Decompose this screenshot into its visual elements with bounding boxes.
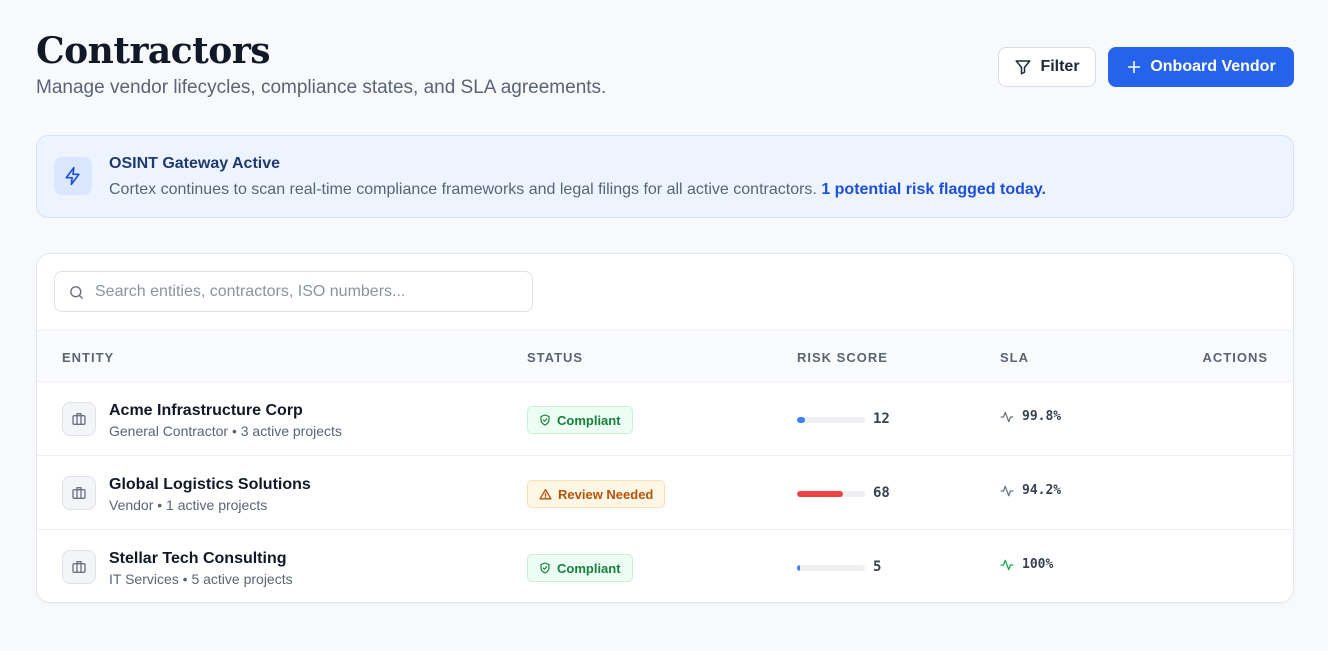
entity-name[interactable]: Acme Infrastructure Corp (109, 402, 303, 420)
status-badge: Review Needed (527, 480, 666, 508)
status-label: Review Needed (558, 486, 654, 502)
risk-score-value: 5 (873, 559, 882, 575)
table-row[interactable]: Global Logistics Solutions Vendor • 1 ac… (37, 456, 1293, 530)
header-actions: Filter Onboard Vendor (998, 47, 1294, 87)
status-label: Compliant (557, 412, 621, 428)
onboard-vendor-label: Onboard Vendor (1150, 58, 1276, 75)
status-badge: Compliant (527, 406, 633, 434)
table-row[interactable]: Acme Infrastructure Corp General Contrac… (37, 382, 1293, 456)
shield-check-icon (540, 414, 550, 426)
entity-meta: Vendor • 1 active projects (109, 497, 268, 513)
osint-banner: OSINT Gateway Active Cortex continues to… (36, 135, 1294, 218)
search-box (54, 271, 533, 312)
sla-value: 94.2% (1022, 483, 1062, 498)
briefcase-icon (62, 550, 96, 584)
entity-meta: General Contractor • 3 active projects (109, 423, 342, 439)
sla-value: 99.8% (1022, 409, 1062, 424)
entity-meta: IT Services • 5 active projects (109, 571, 293, 587)
filter-button-label: Filter (1040, 58, 1080, 75)
status-label: Compliant (557, 560, 621, 576)
table-header: ENTITY STATUS RISK SCORE SLA ACTIONS (37, 330, 1293, 382)
risk-bar-fill (797, 565, 801, 571)
status-badge: Compliant (527, 554, 633, 582)
filter-button[interactable]: Filter (998, 47, 1096, 87)
banner-title: OSINT Gateway Active (109, 155, 281, 172)
activity-icon (1000, 485, 1014, 496)
contractors-table-card: ENTITY STATUS RISK SCORE SLA ACTIONS Acm… (36, 253, 1294, 603)
column-risk-score[interactable]: RISK SCORE (797, 350, 888, 365)
risk-bar-fill (797, 417, 806, 423)
page-header: Contractors Manage vendor lifecycles, co… (36, 30, 1294, 100)
shield-check-icon (540, 562, 550, 574)
risk-flag-link[interactable]: 1 potential risk flagged today. (821, 181, 1046, 198)
banner-message: Cortex continues to scan real-time compl… (109, 181, 817, 198)
onboard-vendor-button[interactable]: Onboard Vendor (1108, 47, 1294, 87)
funnel-icon (1015, 60, 1031, 75)
activity-icon (1000, 411, 1014, 422)
entity-name[interactable]: Global Logistics Solutions (109, 476, 311, 494)
sla-cell: 99.8% (1000, 409, 1061, 424)
risk-bar (797, 417, 865, 423)
briefcase-icon (62, 476, 96, 510)
plus-icon (1128, 60, 1141, 74)
entity-name[interactable]: Stellar Tech Consulting (109, 550, 287, 568)
activity-icon (1000, 559, 1014, 570)
column-sla[interactable]: SLA (1000, 350, 1029, 365)
risk-score-value: 12 (873, 411, 890, 427)
column-actions: ACTIONS (1202, 350, 1268, 365)
risk-score-value: 68 (873, 485, 890, 501)
column-status[interactable]: STATUS (527, 350, 583, 365)
sla-cell: 100% (1000, 557, 1053, 572)
risk-bar (797, 565, 865, 571)
lightning-icon (54, 157, 92, 195)
search-input[interactable] (95, 272, 525, 311)
column-entity[interactable]: ENTITY (62, 350, 114, 365)
search-icon (70, 286, 83, 299)
banner-text: Cortex continues to scan real-time compl… (109, 181, 1046, 199)
warning-triangle-icon (539, 488, 552, 499)
risk-bar (797, 491, 865, 497)
briefcase-icon (62, 402, 96, 436)
table-row[interactable]: Stellar Tech Consulting IT Services • 5 … (37, 530, 1293, 602)
sla-cell: 94.2% (1000, 483, 1061, 498)
risk-bar-fill (797, 491, 844, 497)
sla-value: 100% (1022, 557, 1054, 572)
